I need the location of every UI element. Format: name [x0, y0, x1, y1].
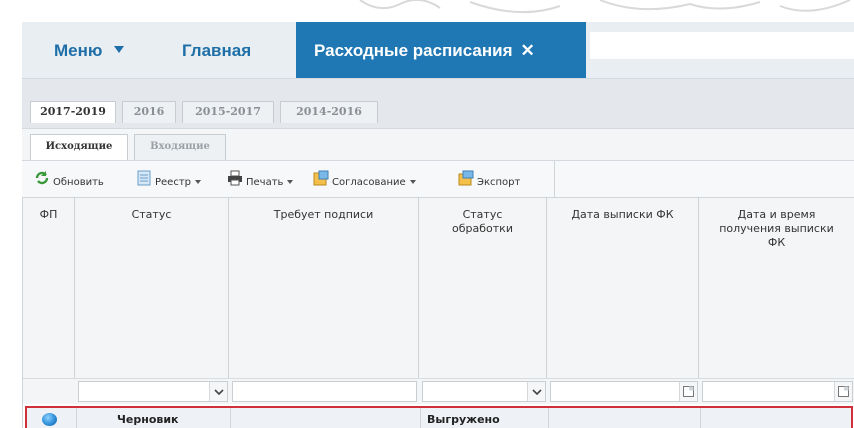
- approval-label: Согласование: [332, 177, 406, 188]
- export-button[interactable]: Экспорт: [458, 170, 520, 190]
- fp-cell: [27, 408, 77, 428]
- tab-incoming[interactable]: Входящие: [134, 134, 226, 160]
- column-header-fk-statement-received[interactable]: Дата и время получения выписки ФК: [699, 198, 854, 378]
- tab-year-2017-2019[interactable]: 2017-2019: [30, 101, 116, 123]
- requires-signature-cell: [231, 408, 421, 428]
- tab-label: Расходные расписания: [314, 41, 513, 60]
- refresh-button[interactable]: Обновить: [34, 170, 104, 190]
- status-filter[interactable]: [78, 381, 228, 402]
- toolbar-divider: [554, 161, 555, 199]
- export-label: Экспорт: [477, 177, 521, 188]
- column-header-fk-statement-date[interactable]: Дата выписки ФК: [547, 198, 699, 378]
- column-header-requires-signature[interactable]: Требует подписи: [229, 198, 419, 378]
- app-frame: Меню Главная Расходные расписания ✕ 2017-…: [22, 22, 854, 428]
- fk-statement-date-filter[interactable]: [550, 381, 698, 402]
- calendar-icon[interactable]: [834, 382, 852, 401]
- fk-statement-date-cell: [549, 408, 701, 428]
- approval-button[interactable]: Согласование: [313, 170, 416, 190]
- registry-icon: [136, 170, 152, 194]
- schedules-grid: ФП Статус Требует подписи Статус обработ…: [22, 198, 854, 428]
- chevron-down-icon: [195, 180, 202, 184]
- chevron-down-icon[interactable]: [527, 382, 545, 401]
- refresh-icon: [34, 170, 50, 194]
- tab-outgoing[interactable]: Исходящие: [30, 134, 128, 160]
- direction-tabs: Исходящие Входящие: [22, 128, 854, 160]
- calendar-icon[interactable]: [679, 382, 697, 401]
- column-header-fp[interactable]: ФП: [23, 198, 75, 378]
- registry-button[interactable]: Реестр: [136, 170, 202, 190]
- menu-label: Меню: [54, 41, 103, 60]
- tab-bar-empty: [590, 32, 854, 59]
- export-icon: [458, 170, 474, 194]
- table-row[interactable]: Черновик Выгружено: [25, 406, 853, 428]
- approval-icon: [313, 170, 329, 194]
- fk-statement-received-cell: [701, 408, 851, 428]
- chevron-down-icon: [114, 46, 125, 54]
- refresh-label: Обновить: [53, 177, 104, 188]
- processing-status-cell: Выгружено: [421, 408, 549, 428]
- chevron-down-icon: [287, 180, 294, 184]
- print-button[interactable]: Печать: [227, 170, 294, 190]
- column-header-processing-status[interactable]: Статус обработки: [419, 198, 547, 378]
- processing-status-filter[interactable]: [422, 381, 546, 402]
- close-icon[interactable]: ✕: [521, 41, 535, 60]
- fk-statement-received-filter[interactable]: [702, 381, 853, 402]
- status-dot-icon: [42, 413, 57, 426]
- filter-row: [23, 378, 854, 404]
- status-cell: Черновик: [77, 408, 231, 428]
- column-header-status[interactable]: Статус: [75, 198, 229, 378]
- toolbar: Обновить Реестр Печать Согласование Эксп…: [22, 160, 854, 199]
- chevron-down-icon[interactable]: [209, 382, 227, 401]
- year-tabs: 2017-2019 2016 2015-2017 2014-2016: [22, 78, 854, 128]
- tab-year-2016[interactable]: 2016: [122, 101, 176, 123]
- tab-year-2015-2017[interactable]: 2015-2017: [182, 101, 274, 123]
- main-tab[interactable]: Главная: [182, 41, 251, 61]
- requires-signature-filter[interactable]: [232, 381, 417, 402]
- top-nav: Меню Главная Расходные расписания ✕: [22, 22, 854, 78]
- tab-expense-schedules[interactable]: Расходные расписания ✕: [296, 22, 586, 78]
- registry-label: Реестр: [155, 177, 192, 188]
- tab-year-2014-2016[interactable]: 2014-2016: [280, 101, 378, 123]
- print-icon: [227, 170, 243, 194]
- menu-button[interactable]: Меню: [54, 41, 125, 61]
- chevron-down-icon: [409, 180, 416, 184]
- background-watermark: [0, 0, 854, 22]
- print-label: Печать: [246, 177, 284, 188]
